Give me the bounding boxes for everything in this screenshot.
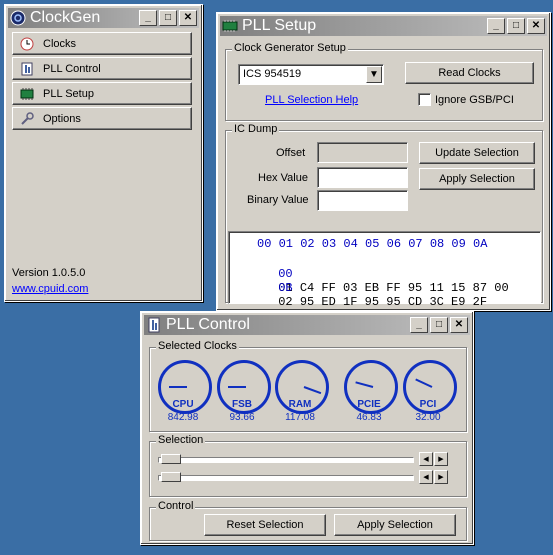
nav-clocks-button[interactable]: Clocks: [12, 32, 192, 55]
maximize-button[interactable]: □: [507, 18, 525, 34]
minimize-button[interactable]: _: [410, 317, 428, 333]
ic-dump-view[interactable]: 00 01 02 03 04 05 06 07 08 09 0A 00 01 C…: [228, 231, 541, 309]
gauge-value: 842.98: [167, 412, 199, 423]
website-link[interactable]: www.cpuid.com: [12, 283, 88, 295]
chip-select-value: ICS 954519: [243, 68, 302, 80]
hex-value-field[interactable]: [317, 167, 408, 188]
cpuid-logo-icon: [10, 10, 26, 26]
close-button[interactable]: ✕: [179, 10, 197, 26]
clockgen-titlebar[interactable]: ClockGen _ □ ✕: [8, 8, 199, 28]
chip-icon: [222, 20, 238, 32]
nav-clocks-label: Clocks: [43, 37, 77, 50]
pll-control-window: PLL Control _ □ ✕ Selected Clocks CPU 84…: [140, 311, 474, 545]
nav-pll-control-button[interactable]: PLL Control: [12, 57, 192, 80]
reset-selection-button[interactable]: Reset Selection: [204, 514, 326, 536]
read-clocks-label: Read Clocks: [438, 67, 501, 79]
chevron-down-icon[interactable]: ▼: [366, 66, 382, 83]
pll-selection-help-link[interactable]: PLL Selection Help: [265, 94, 358, 106]
apply-selection-button[interactable]: Apply Selection: [334, 514, 456, 536]
gauge-needle: [169, 386, 187, 388]
arrow-left-icon[interactable]: ◀: [419, 452, 433, 466]
gauge-value: 117.08: [285, 412, 315, 423]
slider-thumb[interactable]: [161, 454, 181, 464]
arrow-left-icon[interactable]: ◀: [419, 470, 433, 484]
clock-icon: [19, 36, 35, 52]
nav-pll-setup-button[interactable]: PLL Setup: [12, 82, 192, 105]
group-label: Selected Clocks: [156, 340, 239, 352]
minimize-button[interactable]: _: [487, 18, 505, 34]
update-selection-label: Update Selection: [435, 147, 519, 159]
version-text: Version 1.0.5.0: [12, 267, 86, 279]
chip-select[interactable]: ICS 954519 ▼: [238, 64, 384, 85]
arrow-right-icon[interactable]: ▶: [434, 470, 448, 484]
offset-field: [317, 142, 408, 163]
close-button[interactable]: ✕: [450, 317, 468, 333]
dump-row-bytes: 02 95 ED 1F 95 95 CD 3C E9 2F: [278, 295, 488, 309]
binary-value-label: Binary Value: [247, 194, 309, 206]
ignore-gsb-checkbox[interactable]: [418, 93, 431, 106]
pll-setup-window: PLL Setup _ □ ✕ Clock Generator Setup IC…: [216, 12, 551, 311]
gauge-name: PCIE: [357, 399, 381, 410]
ignore-gsb-label: Ignore GSB/PCI: [435, 94, 514, 106]
dump-header: 00 01 02 03 04 05 06 07 08 09 0A: [257, 237, 488, 251]
wrench-icon: [19, 111, 35, 127]
dump-row-address: 0B: [278, 281, 293, 295]
offset-label: Offset: [276, 147, 306, 159]
gauge-name: CPU: [172, 399, 194, 410]
binary-value-field[interactable]: [317, 190, 408, 211]
apply-selection-button[interactable]: Apply Selection: [419, 168, 535, 190]
gauge-needle: [228, 386, 246, 388]
arrow-right-icon[interactable]: ▶: [434, 452, 448, 466]
clockgen-window: ClockGen _ □ ✕ Clocks PLL Control PLL Se…: [4, 4, 203, 302]
nav-pll-control-label: PLL Control: [43, 62, 101, 75]
nav-options-label: Options: [43, 112, 81, 125]
selection-slider[interactable]: [158, 454, 414, 464]
gauge-name: RAM: [288, 399, 312, 410]
read-clocks-button[interactable]: Read Clocks: [405, 62, 534, 84]
gauge-value: 46.83: [356, 412, 382, 423]
slider-thumb[interactable]: [161, 472, 181, 482]
selection-group: Selection: [149, 434, 467, 497]
maximize-button[interactable]: □: [430, 317, 448, 333]
nav-options-button[interactable]: Options: [12, 107, 192, 130]
hex-value-label: Hex Value: [258, 172, 308, 184]
nav-pll-setup-label: PLL Setup: [43, 87, 94, 100]
clock-generator-group: Clock Generator Setup: [225, 42, 543, 121]
window-title: PLL Control: [166, 316, 250, 333]
update-selection-button[interactable]: Update Selection: [419, 142, 535, 164]
selection-slider[interactable]: [158, 472, 414, 482]
maximize-button[interactable]: □: [159, 10, 177, 26]
reset-selection-label: Reset Selection: [226, 519, 304, 531]
gauge-needle: [355, 381, 374, 388]
gauge-name: FSB: [232, 399, 252, 410]
pll-control-icon: [19, 61, 35, 77]
close-button[interactable]: ✕: [527, 18, 545, 34]
gauge-value: 32.00: [415, 412, 441, 423]
group-label: Selection: [156, 434, 206, 446]
pll-control-titlebar[interactable]: PLL Control _ □ ✕: [144, 315, 470, 335]
gauge-needle: [303, 386, 322, 395]
window-title: PLL Setup: [242, 17, 317, 34]
group-label: Control: [156, 500, 196, 512]
gauge-value: 93.66: [229, 412, 255, 423]
gauge-name: PCI: [419, 399, 437, 410]
gauge-needle: [415, 378, 433, 388]
apply-selection-label: Apply Selection: [357, 519, 433, 531]
group-label: IC Dump: [232, 123, 280, 135]
pll-setup-titlebar[interactable]: PLL Setup _ □ ✕: [220, 16, 547, 36]
minimize-button[interactable]: _: [139, 10, 157, 26]
group-label: Clock Generator Setup: [232, 42, 348, 54]
chip-icon: [19, 86, 35, 102]
window-title: ClockGen: [30, 9, 101, 26]
pll-control-icon: [148, 317, 160, 333]
apply-selection-label: Apply Selection: [439, 173, 515, 185]
